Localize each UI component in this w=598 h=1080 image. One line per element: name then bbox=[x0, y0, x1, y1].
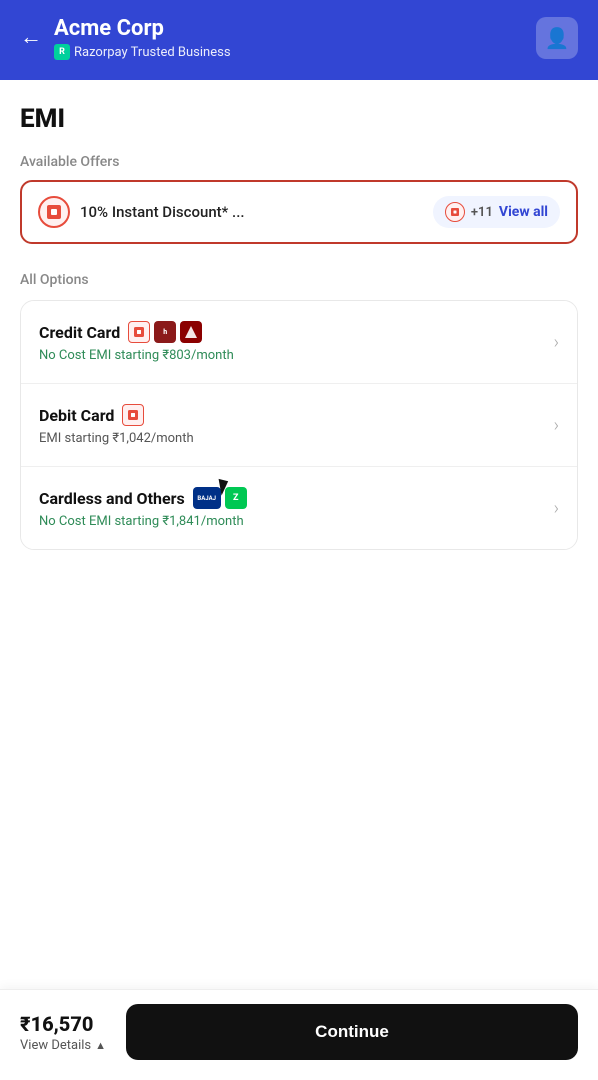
razorpay-text: Razorpay Trusted Business bbox=[74, 45, 231, 60]
cardless-subtitle: No Cost EMI starting ₹1,841/month bbox=[39, 514, 247, 529]
cardless-option[interactable]: Cardless and Others BAJAJ Z No Cost EMI … bbox=[21, 467, 577, 549]
profile-button[interactable]: 👤 bbox=[536, 17, 578, 59]
zest-bank-icon: Z bbox=[225, 487, 247, 509]
debit-card-option[interactable]: Debit Card EMI starting ₹1,042/month › bbox=[21, 384, 577, 467]
credit-card-icons: h bbox=[128, 321, 202, 343]
header-left: ← Acme Corp R Razorpay Trusted Business bbox=[20, 16, 231, 60]
all-options-label: All Options bbox=[20, 272, 578, 288]
debit-razorpay-icon-inner bbox=[128, 410, 138, 420]
credit-card-left: Credit Card h bbox=[39, 321, 234, 363]
options-card: Credit Card h bbox=[20, 300, 578, 550]
debit-card-title-row: Debit Card bbox=[39, 404, 194, 426]
main-content: EMI Available Offers 10% Instant Discoun… bbox=[0, 80, 598, 1070]
cardless-chevron: › bbox=[554, 498, 559, 519]
axis-bank-icon bbox=[180, 321, 202, 343]
footer-details-text: View Details bbox=[20, 1038, 91, 1053]
debit-card-title: Debit Card bbox=[39, 406, 114, 425]
credit-card-title: Credit Card bbox=[39, 323, 120, 342]
offer-count-badge: +11 View all bbox=[433, 196, 560, 228]
offers-banner[interactable]: 10% Instant Discount* ... +11 View all bbox=[20, 180, 578, 244]
credit-card-subtitle: No Cost EMI starting ₹803/month bbox=[39, 348, 234, 363]
footer: ₹16,570 View Details ▲ Continue bbox=[0, 989, 598, 1080]
debit-card-icons bbox=[122, 404, 144, 426]
cardless-title: Cardless and Others bbox=[39, 489, 185, 508]
bajaj-bank-icon: BAJAJ bbox=[193, 487, 221, 509]
credit-card-chevron: › bbox=[554, 332, 559, 353]
header: ← Acme Corp R Razorpay Trusted Business … bbox=[0, 0, 598, 80]
credit-card-title-row: Credit Card h bbox=[39, 321, 234, 343]
profile-icon: 👤 bbox=[545, 26, 570, 50]
offer-count-icon-inner bbox=[451, 208, 459, 216]
offer-icon-inner bbox=[38, 196, 70, 228]
debit-card-subtitle: EMI starting ₹1,042/month bbox=[39, 431, 194, 446]
available-offers-label: Available Offers bbox=[20, 154, 578, 170]
view-all-button[interactable]: View all bbox=[499, 204, 548, 220]
view-details-button[interactable]: View Details ▲ bbox=[20, 1038, 106, 1053]
header-title: Acme Corp bbox=[54, 16, 231, 42]
offer-icon-center bbox=[47, 205, 61, 219]
razorpay-icon: R bbox=[54, 44, 70, 60]
offer-icon bbox=[38, 196, 70, 228]
cardless-title-row: Cardless and Others BAJAJ Z bbox=[39, 487, 247, 509]
debit-razorpay-icon bbox=[122, 404, 144, 426]
back-button[interactable]: ← bbox=[20, 27, 42, 49]
footer-amount-block: ₹16,570 View Details ▲ bbox=[20, 1012, 106, 1053]
debit-card-left: Debit Card EMI starting ₹1,042/month bbox=[39, 404, 194, 446]
razorpay-bank-icon bbox=[128, 321, 150, 343]
offer-right: +11 View all bbox=[433, 196, 560, 228]
offer-left: 10% Instant Discount* ... bbox=[38, 196, 245, 228]
debit-card-chevron: › bbox=[554, 415, 559, 436]
credit-card-option[interactable]: Credit Card h bbox=[21, 301, 577, 384]
page-title: EMI bbox=[20, 104, 578, 134]
footer-amount: ₹16,570 bbox=[20, 1012, 106, 1036]
razorpay-bank-icon-inner bbox=[134, 327, 144, 337]
cardless-icons: BAJAJ Z bbox=[193, 487, 247, 509]
hdfc-bank-icon: h bbox=[154, 321, 176, 343]
cardless-left: Cardless and Others BAJAJ Z No Cost EMI … bbox=[39, 487, 247, 529]
offer-text: 10% Instant Discount* ... bbox=[80, 203, 245, 221]
offer-count-icon bbox=[445, 202, 465, 222]
chevron-up-icon: ▲ bbox=[95, 1039, 106, 1052]
continue-button[interactable]: Continue bbox=[126, 1004, 578, 1060]
razorpay-badge: R Razorpay Trusted Business bbox=[54, 44, 231, 60]
header-title-block: Acme Corp R Razorpay Trusted Business bbox=[54, 16, 231, 60]
header-subtitle: R Razorpay Trusted Business bbox=[54, 44, 231, 60]
offer-count-text: +11 bbox=[471, 205, 493, 220]
